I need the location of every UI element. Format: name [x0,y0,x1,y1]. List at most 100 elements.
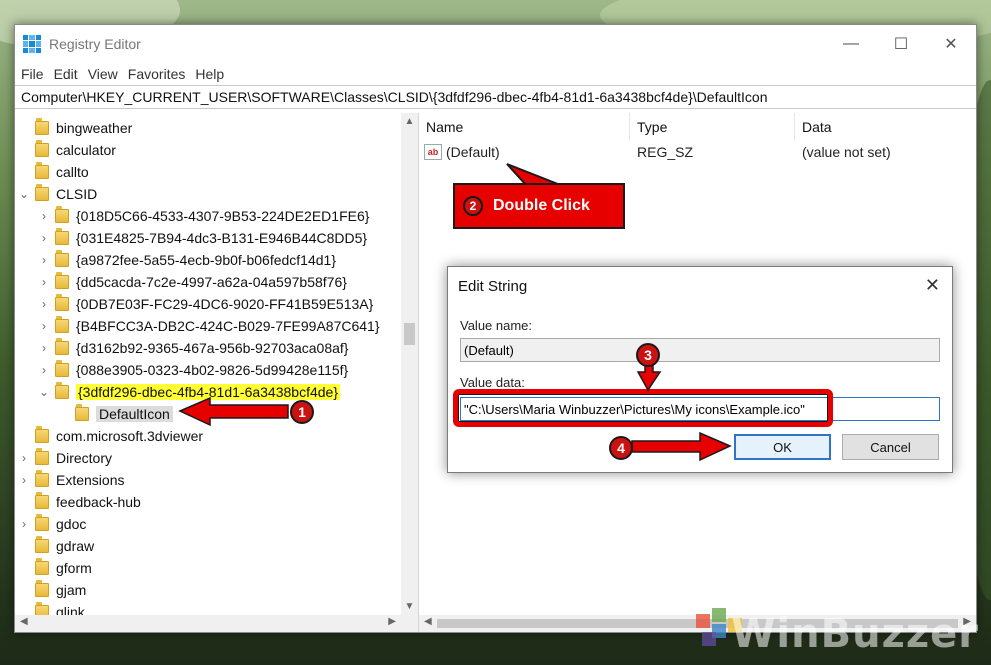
scroll-thumb[interactable] [404,323,415,345]
chevron-right-icon[interactable]: › [37,231,51,245]
tree-item-label: {018D5C66-4533-4307-9B53-224DE2ED1FE6} [76,208,370,224]
folder-icon [55,316,69,333]
maximize-button[interactable]: ☐ [876,25,926,63]
menu-view[interactable]: View [88,66,126,82]
tree-item-label: {031E4825-7B94-4dc3-B131-E946B44C8DD5} [76,230,368,246]
tree-item[interactable]: ⌄ {3dfdf296-dbec-4fb4-81d1-6a3438bcf4de} [37,381,340,403]
tree-item-label: {a9872fee-5a55-4ecb-9b0f-b06fedcf14d1} [76,252,336,268]
tree-item[interactable]: callto [17,161,89,183]
tree-item-label: bingweather [56,120,133,136]
tree-item-label: {0DB7E03F-FC29-4DC6-9020-FF41B59E513A} [76,296,374,312]
chevron-right-icon[interactable]: › [17,451,31,465]
chevron-right-icon[interactable]: › [37,209,51,223]
value-data-label: Value data: [460,375,525,390]
value-row[interactable]: ab (Default) REG_SZ (value not set) [419,141,976,163]
tree-item-label: {3dfdf296-dbec-4fb4-81d1-6a3438bcf4de} [76,384,340,400]
column-header-name[interactable]: Name [419,113,630,141]
menu-bar: File Edit View Favorites Help [15,63,976,85]
folder-icon [35,514,49,531]
tree-item[interactable]: › {031E4825-7B94-4dc3-B131-E946B44C8DD5} [37,227,367,249]
tree-item[interactable]: gdraw [17,535,94,557]
window-title: Registry Editor [49,36,141,52]
chevron-right-icon[interactable]: › [37,341,51,355]
address-bar[interactable]: Computer\HKEY_CURRENT_USER\SOFTWARE\Clas… [15,85,976,109]
tree-item[interactable]: › gdoc [17,513,86,535]
value-type: REG_SZ [637,144,694,160]
tree-item[interactable]: › {018D5C66-4533-4307-9B53-224DE2ED1FE6} [37,205,369,227]
value-name: (Default) [446,144,500,160]
cancel-button[interactable]: Cancel [842,434,939,460]
close-button[interactable]: ✕ [926,25,976,63]
folder-icon [35,470,49,487]
tree-item-label: {B4BFCC3A-DB2C-424C-B029-7FE99A87C641} [76,318,380,334]
tree-item-label: CLSID [56,186,98,202]
chevron-right-icon[interactable]: › [17,517,31,531]
folder-icon [55,228,69,245]
tree-item[interactable]: gform [17,557,92,579]
folder-icon [35,140,49,157]
tree-item[interactable]: gjam [17,579,86,601]
tree-item[interactable]: › Extensions [17,469,124,491]
value-data: (value not set) [802,144,891,160]
tree-item-label: feedback-hub [56,494,141,510]
chevron-down-icon[interactable]: ⌄ [37,385,51,399]
chevron-right-icon[interactable]: › [37,297,51,311]
chevron-down-icon[interactable]: ⌄ [17,187,31,201]
step-4-badge: 4 [609,436,633,460]
scroll-down-icon[interactable]: ▼ [401,601,418,612]
folder-icon [55,360,69,377]
key-tree-pane: bingweather calculator callto ⌄ CLSID › {018D5… [15,113,419,632]
folder-icon [55,294,69,311]
tree-item-label: {088e3905-0323-4b02-9826-5d99428e115f} [76,362,349,378]
tree-item-label: gform [56,560,92,576]
tree-item[interactable]: feedback-hub [17,491,141,513]
dialog-close-icon[interactable]: ✕ [925,275,940,296]
tree-horizontal-scrollbar[interactable]: ◀ ▶ [15,615,418,632]
value-name-label: Value name: [460,318,533,333]
value-data-highlight-box [453,389,833,427]
scroll-right-icon[interactable]: ▶ [388,616,396,627]
step-3-badge: 3 [636,343,660,367]
chevron-right-icon[interactable]: › [17,473,31,487]
folder-icon [35,492,49,509]
address-path[interactable]: Computer\HKEY_CURRENT_USER\SOFTWARE\Clas… [21,89,768,105]
chevron-right-icon[interactable]: › [37,275,51,289]
column-header-type[interactable]: Type [630,113,795,141]
tree-item[interactable]: › {088e3905-0323-4b02-9826-5d99428e115f} [37,359,348,381]
tree-item[interactable]: › {B4BFCC3A-DB2C-424C-B029-7FE99A87C641} [37,315,380,337]
chevron-right-icon[interactable]: › [37,319,51,333]
ab-string-icon: ab [424,144,442,160]
chevron-right-icon[interactable]: › [37,253,51,267]
step-2-badge: 2 [463,196,483,216]
tree-item-label: {dd5cacda-7c2e-4997-a62a-04a597b58f76} [76,274,347,290]
value-name-field: (Default) [460,338,940,362]
tree-item[interactable]: › {d3162b92-9365-467a-956b-92703aca08af} [37,337,348,359]
tree-item[interactable]: bingweather [17,117,132,139]
tree-item[interactable]: › {dd5cacda-7c2e-4997-a62a-04a597b58f76} [37,271,347,293]
scroll-up-icon[interactable]: ▲ [401,116,418,127]
tree-item[interactable]: › Directory [17,447,112,469]
ok-button[interactable]: OK [734,434,831,460]
column-header-data[interactable]: Data [795,113,976,141]
tree-item-label: {d3162b92-9365-467a-956b-92703aca08af} [76,340,349,356]
tree-item[interactable]: com.microsoft.3dviewer [17,425,203,447]
tree-item-label: DefaultIcon [96,406,173,422]
scroll-left-icon[interactable]: ◀ [424,616,432,627]
minimize-button[interactable]: — [826,25,876,63]
tree-vertical-scrollbar[interactable]: ▲ ▼ [401,113,418,615]
chevron-right-icon[interactable]: › [37,363,51,377]
folder-icon [35,118,49,135]
tree-item[interactable]: › {0DB7E03F-FC29-4DC6-9020-FF41B59E513A} [37,293,373,315]
tree-item[interactable]: DefaultIcon [57,403,173,425]
scroll-left-icon[interactable]: ◀ [20,616,28,627]
tree-item[interactable]: › {a9872fee-5a55-4ecb-9b0f-b06fedcf14d1} [37,249,336,271]
tree-item-label: gjam [56,582,87,598]
tree-item-label: Extensions [56,472,125,488]
menu-favorites[interactable]: Favorites [128,66,194,82]
folder-icon [75,404,89,421]
menu-edit[interactable]: Edit [54,66,86,82]
menu-help[interactable]: Help [195,66,232,82]
tree-item[interactable]: calculator [17,139,116,161]
menu-file[interactable]: File [21,66,52,82]
tree-item[interactable]: ⌄ CLSID [17,183,97,205]
